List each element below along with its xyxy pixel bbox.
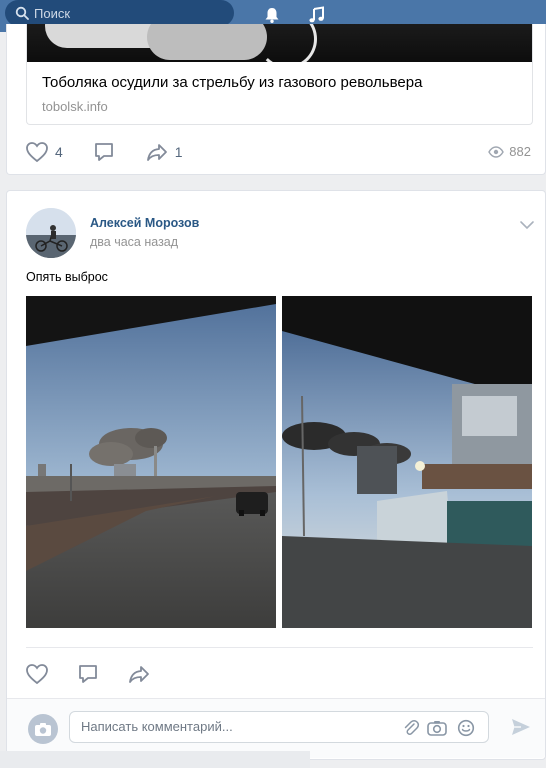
search-input[interactable] [34, 5, 214, 21]
attach-icon[interactable] [401, 718, 421, 738]
post-photo[interactable] [26, 296, 276, 628]
comment-input[interactable] [81, 719, 381, 734]
music-icon[interactable] [306, 4, 328, 26]
post-card: Тоболяка осудили за стрельбу из газового… [6, 24, 546, 175]
divider [26, 647, 533, 648]
post-actions [25, 663, 171, 685]
link-attachment[interactable]: Тоболяка осудили за стрельбу из газового… [26, 24, 533, 125]
comment-icon [79, 665, 97, 683]
bottom-panel [0, 751, 310, 768]
post-text: Опять выброс [26, 270, 108, 284]
search-icon [15, 6, 29, 20]
eye-icon [488, 145, 505, 158]
like-button[interactable] [25, 663, 49, 685]
share-icon [146, 144, 167, 161]
comment-button[interactable] [77, 663, 99, 685]
link-title[interactable]: Тоболяка осудили за стрельбу из газового… [42, 74, 422, 91]
camera-icon[interactable] [28, 714, 58, 744]
search-box[interactable] [5, 0, 234, 26]
share-count: 1 [174, 144, 183, 160]
link-domain: tobolsk.info [42, 99, 108, 114]
share-button[interactable] [127, 663, 151, 685]
heart-icon [26, 664, 48, 685]
smile-icon[interactable] [456, 718, 476, 738]
post-card: Алексей Морозов два часа назад Опять выб… [6, 190, 546, 760]
author-name[interactable]: Алексей Морозов [90, 216, 199, 230]
comment-box [7, 698, 545, 758]
post-actions: 4 1 [25, 141, 203, 163]
views-counter: 882 [488, 144, 531, 159]
photo-icon[interactable] [427, 718, 447, 738]
like-count: 4 [55, 144, 63, 160]
comment-icon [94, 143, 113, 161]
bell-icon[interactable] [261, 4, 283, 26]
chevron-down-icon[interactable] [519, 217, 535, 235]
heart-icon [26, 142, 48, 163]
views-count: 882 [509, 144, 531, 159]
send-icon[interactable] [510, 717, 532, 742]
comment-button[interactable] [93, 141, 115, 163]
post-time[interactable]: два часа назад [90, 235, 178, 249]
post-photo[interactable] [282, 296, 532, 628]
share-button[interactable]: 1 [145, 141, 183, 163]
avatar[interactable] [26, 208, 76, 258]
like-button[interactable]: 4 [25, 141, 63, 163]
share-icon [129, 666, 149, 683]
comment-field[interactable] [69, 711, 489, 743]
link-preview-image [27, 24, 532, 62]
